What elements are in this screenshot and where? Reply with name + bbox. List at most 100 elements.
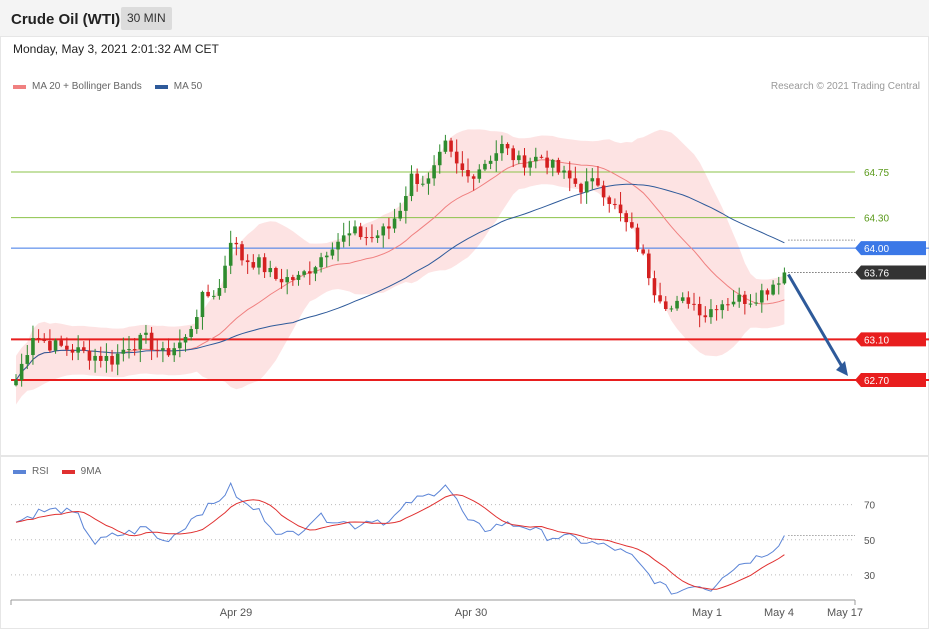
rsi-tick-70: 70	[864, 501, 876, 512]
candle-body	[274, 268, 278, 279]
candle-body	[483, 163, 487, 170]
candle-body	[567, 170, 572, 179]
candle-body	[98, 355, 103, 361]
candle-body	[262, 257, 267, 273]
candle-body	[782, 272, 787, 284]
candle-body	[291, 277, 295, 280]
candle-body	[528, 161, 532, 168]
candle-body	[166, 348, 171, 356]
candle-body	[138, 334, 143, 350]
candle-body	[460, 163, 465, 171]
candle-body	[669, 308, 674, 310]
candle-body	[93, 355, 97, 361]
candle-body	[720, 304, 725, 311]
price-chart[interactable]: 64.75 64.30 64.00 63.76 63.10 62.70 70 50 30 Apr …	[0, 0, 929, 629]
candle-body	[104, 355, 109, 361]
candle-body	[48, 341, 52, 351]
candle-body	[31, 337, 35, 356]
candle-body	[404, 196, 408, 211]
candle-body	[144, 332, 148, 335]
candle-body	[341, 235, 346, 242]
candle-body	[624, 213, 628, 223]
candle-body	[330, 249, 335, 256]
level-label-64.75: 64.75	[864, 168, 889, 179]
candle-body	[709, 309, 713, 318]
candle-body	[488, 160, 493, 164]
candle-body	[302, 271, 306, 275]
candle-body	[392, 218, 397, 229]
candle-body	[149, 332, 154, 350]
candle-body	[161, 348, 165, 351]
candle-body	[776, 283, 781, 285]
x-tick-May-1: May 1	[692, 607, 722, 619]
candle-body	[353, 226, 357, 234]
x-tick-May-4: May 4	[764, 607, 794, 619]
candle-body	[82, 347, 86, 351]
candle-body	[562, 170, 566, 173]
candle-body	[545, 157, 549, 168]
candle-body	[228, 242, 233, 266]
candle-body	[613, 203, 617, 205]
candle-body	[539, 156, 544, 158]
rsi-tick-50: 50	[864, 536, 876, 547]
candle-body	[415, 173, 419, 184]
candle-body	[358, 226, 363, 238]
candle-body	[319, 257, 323, 268]
rsi-line	[15, 481, 785, 595]
candle-body	[590, 178, 595, 182]
candle-body	[641, 249, 645, 254]
candle-body	[155, 349, 160, 351]
candle-body	[550, 159, 555, 168]
candle-body	[477, 169, 482, 179]
candle-body	[183, 336, 188, 343]
candle-body	[601, 185, 606, 198]
candle-body	[714, 309, 719, 311]
candle-body	[607, 197, 612, 204]
candle-body	[115, 353, 120, 365]
candle-body	[743, 294, 747, 304]
candle-body	[110, 355, 114, 365]
candle-body	[251, 262, 256, 268]
candle-body	[454, 151, 459, 164]
candle-body	[257, 257, 261, 268]
candle-body	[635, 227, 640, 250]
candle-body	[59, 340, 63, 346]
candle-body	[692, 303, 696, 305]
candle-body	[511, 148, 515, 161]
candle-body	[217, 288, 222, 296]
candle-body	[42, 338, 47, 342]
candle-body	[121, 349, 126, 354]
candle-body	[409, 173, 414, 197]
candle-body	[754, 302, 758, 304]
candle-body	[737, 294, 741, 302]
candle-body	[195, 317, 199, 329]
candle-body	[70, 349, 75, 353]
candle-body	[573, 178, 578, 184]
candle-body	[680, 297, 685, 301]
x-tick-Apr-30: Apr 30	[455, 607, 487, 619]
candle-body	[630, 222, 634, 228]
candle-body	[663, 301, 668, 310]
candle-body	[466, 170, 470, 177]
candle-body	[172, 348, 176, 356]
x-tick-May-17: May 17	[827, 607, 863, 619]
candle-body	[437, 151, 442, 166]
candle-body	[189, 328, 193, 337]
candle-body	[443, 140, 448, 152]
level-label-64.00: 64.00	[864, 244, 889, 255]
candle-body	[25, 355, 30, 364]
candle-body	[534, 156, 538, 162]
candle-body	[765, 290, 770, 295]
candle-body	[731, 301, 736, 305]
candle-body	[703, 315, 708, 318]
candle-body	[279, 278, 284, 283]
candle-body	[505, 143, 510, 149]
candle-body	[494, 153, 499, 161]
candle-body	[19, 363, 24, 381]
candle-body	[87, 350, 92, 361]
candle-body	[364, 237, 369, 239]
candle-body	[522, 155, 527, 168]
level-label-63.76: 63.76	[864, 268, 889, 279]
candle-body	[771, 284, 775, 295]
candle-body	[132, 349, 137, 351]
